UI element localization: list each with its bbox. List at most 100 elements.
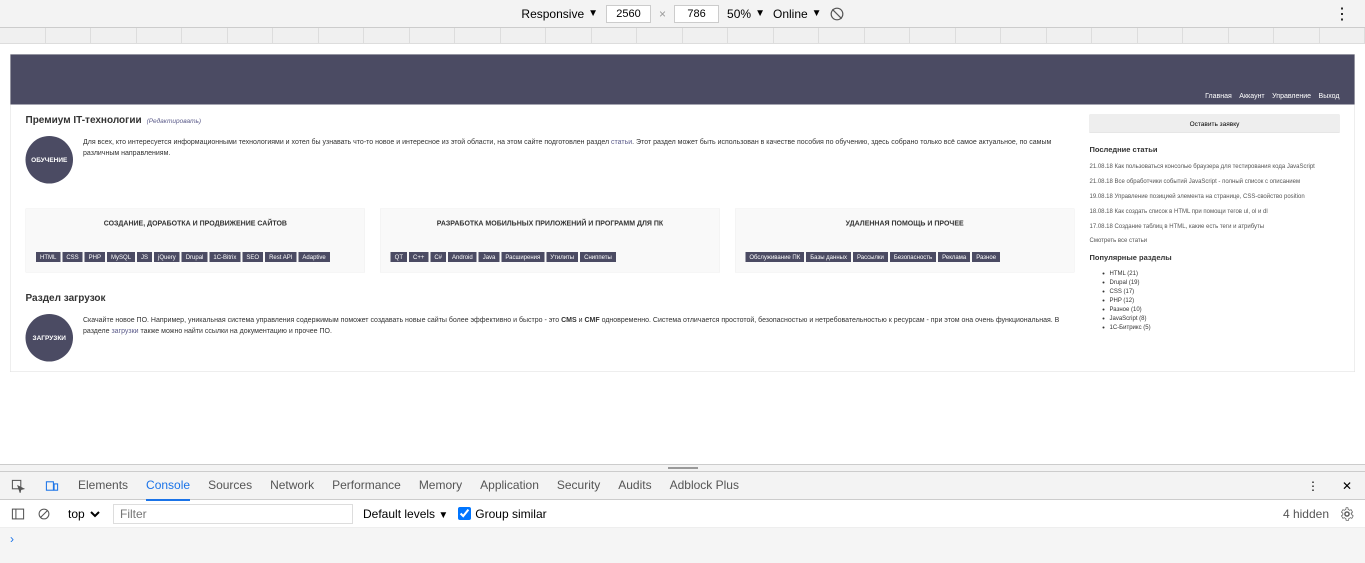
dimension-separator: × (659, 7, 666, 21)
article-item[interactable]: 21.08.18 Все обработчики событий JavaScr… (1090, 177, 1340, 186)
log-levels-select[interactable]: Default levels ▼ (363, 507, 448, 521)
articles-link[interactable]: статьи (611, 138, 632, 146)
nav-link[interactable]: Аккаунт (1239, 92, 1264, 100)
chevron-down-icon: ▼ (812, 8, 822, 19)
tag[interactable]: Расширения (501, 252, 544, 262)
page-title: Премиум IT-технологии (26, 115, 142, 127)
popular-item[interactable]: Drupal (19) (1110, 279, 1340, 286)
rendered-page: Главная Аккаунт Управление Выход Премиум IT… (10, 54, 1355, 372)
tag[interactable]: Drupal (182, 252, 208, 262)
chevron-down-icon: ▼ (755, 8, 765, 19)
popular-item[interactable]: JavaScript (8) (1110, 315, 1340, 322)
tag[interactable]: Android (448, 252, 477, 262)
popular-item[interactable]: HTML (21) (1110, 270, 1340, 277)
article-item[interactable]: 18.08.18 Как создать список в HTML при п… (1090, 207, 1340, 216)
popular-item[interactable]: Разное (10) (1110, 306, 1340, 313)
downloads-badge: ЗАГРУЗКИ (26, 314, 74, 362)
inspect-icon[interactable] (10, 478, 26, 494)
settings-icon[interactable] (1339, 506, 1355, 522)
console-prompt[interactable]: › (0, 528, 1365, 548)
tag[interactable]: SEO (242, 252, 263, 262)
devtools-tab-performance[interactable]: Performance (332, 471, 401, 501)
tag[interactable]: C++ (409, 252, 428, 262)
devtools-tab-network[interactable]: Network (270, 471, 314, 501)
tag[interactable]: PHP (85, 252, 105, 262)
hidden-count[interactable]: 4 hidden (1283, 507, 1329, 521)
filter-input[interactable] (113, 504, 353, 524)
sidebar-toggle-icon[interactable] (10, 506, 26, 522)
tag[interactable]: HTML (36, 252, 60, 262)
tag[interactable]: Adaptive (298, 252, 329, 262)
devtools-tabs: Elements Console Sources Network Performance… (0, 472, 1365, 500)
downloads-title: Раздел загрузок (26, 293, 1075, 305)
tag[interactable]: C# (430, 252, 446, 262)
devtools-tab-security[interactable]: Security (557, 471, 600, 501)
edit-link[interactable]: (Редактировать) (147, 117, 201, 125)
devtools-tab-memory[interactable]: Memory (419, 471, 462, 501)
console-toolbar: top Default levels ▼ Group similar 4 hid… (0, 500, 1365, 528)
devtools-tab-audits[interactable]: Audits (618, 471, 651, 501)
close-icon[interactable]: ✕ (1339, 478, 1355, 494)
devtools-tab-elements[interactable]: Elements (78, 471, 128, 501)
tag[interactable]: Разное (972, 252, 1000, 262)
tag[interactable]: Базы данных (806, 252, 851, 262)
tag[interactable]: QT (391, 252, 407, 262)
device-toolbar: Responsive ▼ × 50% ▼ Online ▼ ⋮ (0, 0, 1365, 28)
tag[interactable]: Безопасность (890, 252, 936, 262)
tag[interactable]: Рассылки (853, 252, 888, 262)
downloads-link[interactable]: загрузки (111, 327, 138, 335)
downloads-text: Скачайте новое ПО. Например, уникальная … (83, 314, 1075, 336)
tag[interactable]: Обслуживание ПК (745, 252, 804, 262)
rotate-icon[interactable] (830, 7, 844, 21)
devtools-tab-application[interactable]: Application (480, 471, 539, 501)
viewport-width-input[interactable] (606, 5, 651, 23)
throttling-label: Online (773, 7, 808, 21)
device-select[interactable]: Responsive ▼ (521, 7, 598, 21)
tag[interactable]: Rest API (265, 252, 296, 262)
chevron-down-icon: ▼ (588, 8, 598, 19)
tag[interactable]: Сниппеты (580, 252, 616, 262)
levels-label: Default levels (363, 507, 435, 521)
page-header: Главная Аккаунт Управление Выход (11, 55, 1355, 105)
zoom-label: 50% (727, 7, 751, 21)
tag[interactable]: Java (479, 252, 500, 262)
nav-link[interactable]: Выход (1319, 92, 1340, 100)
popular-item[interactable]: PHP (12) (1110, 297, 1340, 304)
tag[interactable]: CSS (62, 252, 82, 262)
device-mode-icon[interactable] (44, 478, 60, 494)
article-item[interactable]: 19.08.18 Управление позицией элемента на… (1090, 192, 1340, 201)
nav-link[interactable]: Управление (1272, 92, 1311, 100)
viewport-height-input[interactable] (674, 5, 719, 23)
training-badge: ОБУЧЕНИЕ (26, 136, 74, 184)
chevron-down-icon: ▼ (438, 510, 448, 521)
tag[interactable]: Утилиты (546, 252, 578, 262)
device-label: Responsive (521, 7, 584, 21)
more-options-icon[interactable]: ⋮ (1334, 4, 1350, 24)
throttling-select[interactable]: Online ▼ (773, 7, 822, 21)
tag[interactable]: jQuery (154, 252, 180, 262)
tag[interactable]: MySQL (107, 252, 135, 262)
service-column: СОЗДАНИЕ, ДОРАБОТКА И ПРОДВИЖЕНИЕ САЙТОВ… (26, 209, 366, 273)
all-articles-link[interactable]: Смотреть все статьи (1090, 237, 1340, 244)
clear-console-icon[interactable] (36, 506, 52, 522)
request-button[interactable]: Оставить заявку (1090, 115, 1340, 134)
popular-heading: Популярные разделы (1090, 254, 1340, 263)
popular-item[interactable]: CSS (17) (1110, 288, 1340, 295)
nav-link[interactable]: Главная (1205, 92, 1232, 100)
tag[interactable]: Реклама (938, 252, 970, 262)
more-icon[interactable]: ⋮ (1305, 478, 1321, 494)
group-similar-checkbox[interactable]: Group similar (458, 507, 546, 521)
article-item[interactable]: 21.08.18 Как пользоваться консолью брауз… (1090, 162, 1340, 171)
devtools-tab-sources[interactable]: Sources (208, 471, 252, 501)
devtools-tab-console[interactable]: Console (146, 471, 190, 501)
service-column: УДАЛЕННАЯ ПОМОЩЬ И ПРОЧЕЕОбслуживание ПК… (735, 209, 1075, 273)
devtools-tab-adblock-plus[interactable]: Adblock Plus (670, 471, 739, 501)
context-select[interactable]: top (62, 504, 103, 524)
article-item[interactable]: 17.08.18 Создание таблиц в HTML, какие е… (1090, 222, 1340, 231)
popular-item[interactable]: 1С-Битрикс (5) (1110, 324, 1340, 331)
column-title: СОЗДАНИЕ, ДОРАБОТКА И ПРОДВИЖЕНИЕ САЙТОВ (36, 219, 355, 227)
tag[interactable]: JS (137, 252, 152, 262)
tag[interactable]: 1C-Bitrix (209, 252, 240, 262)
zoom-select[interactable]: 50% ▼ (727, 7, 765, 21)
viewport[interactable]: Главная Аккаунт Управление Выход Премиум IT… (0, 44, 1365, 464)
